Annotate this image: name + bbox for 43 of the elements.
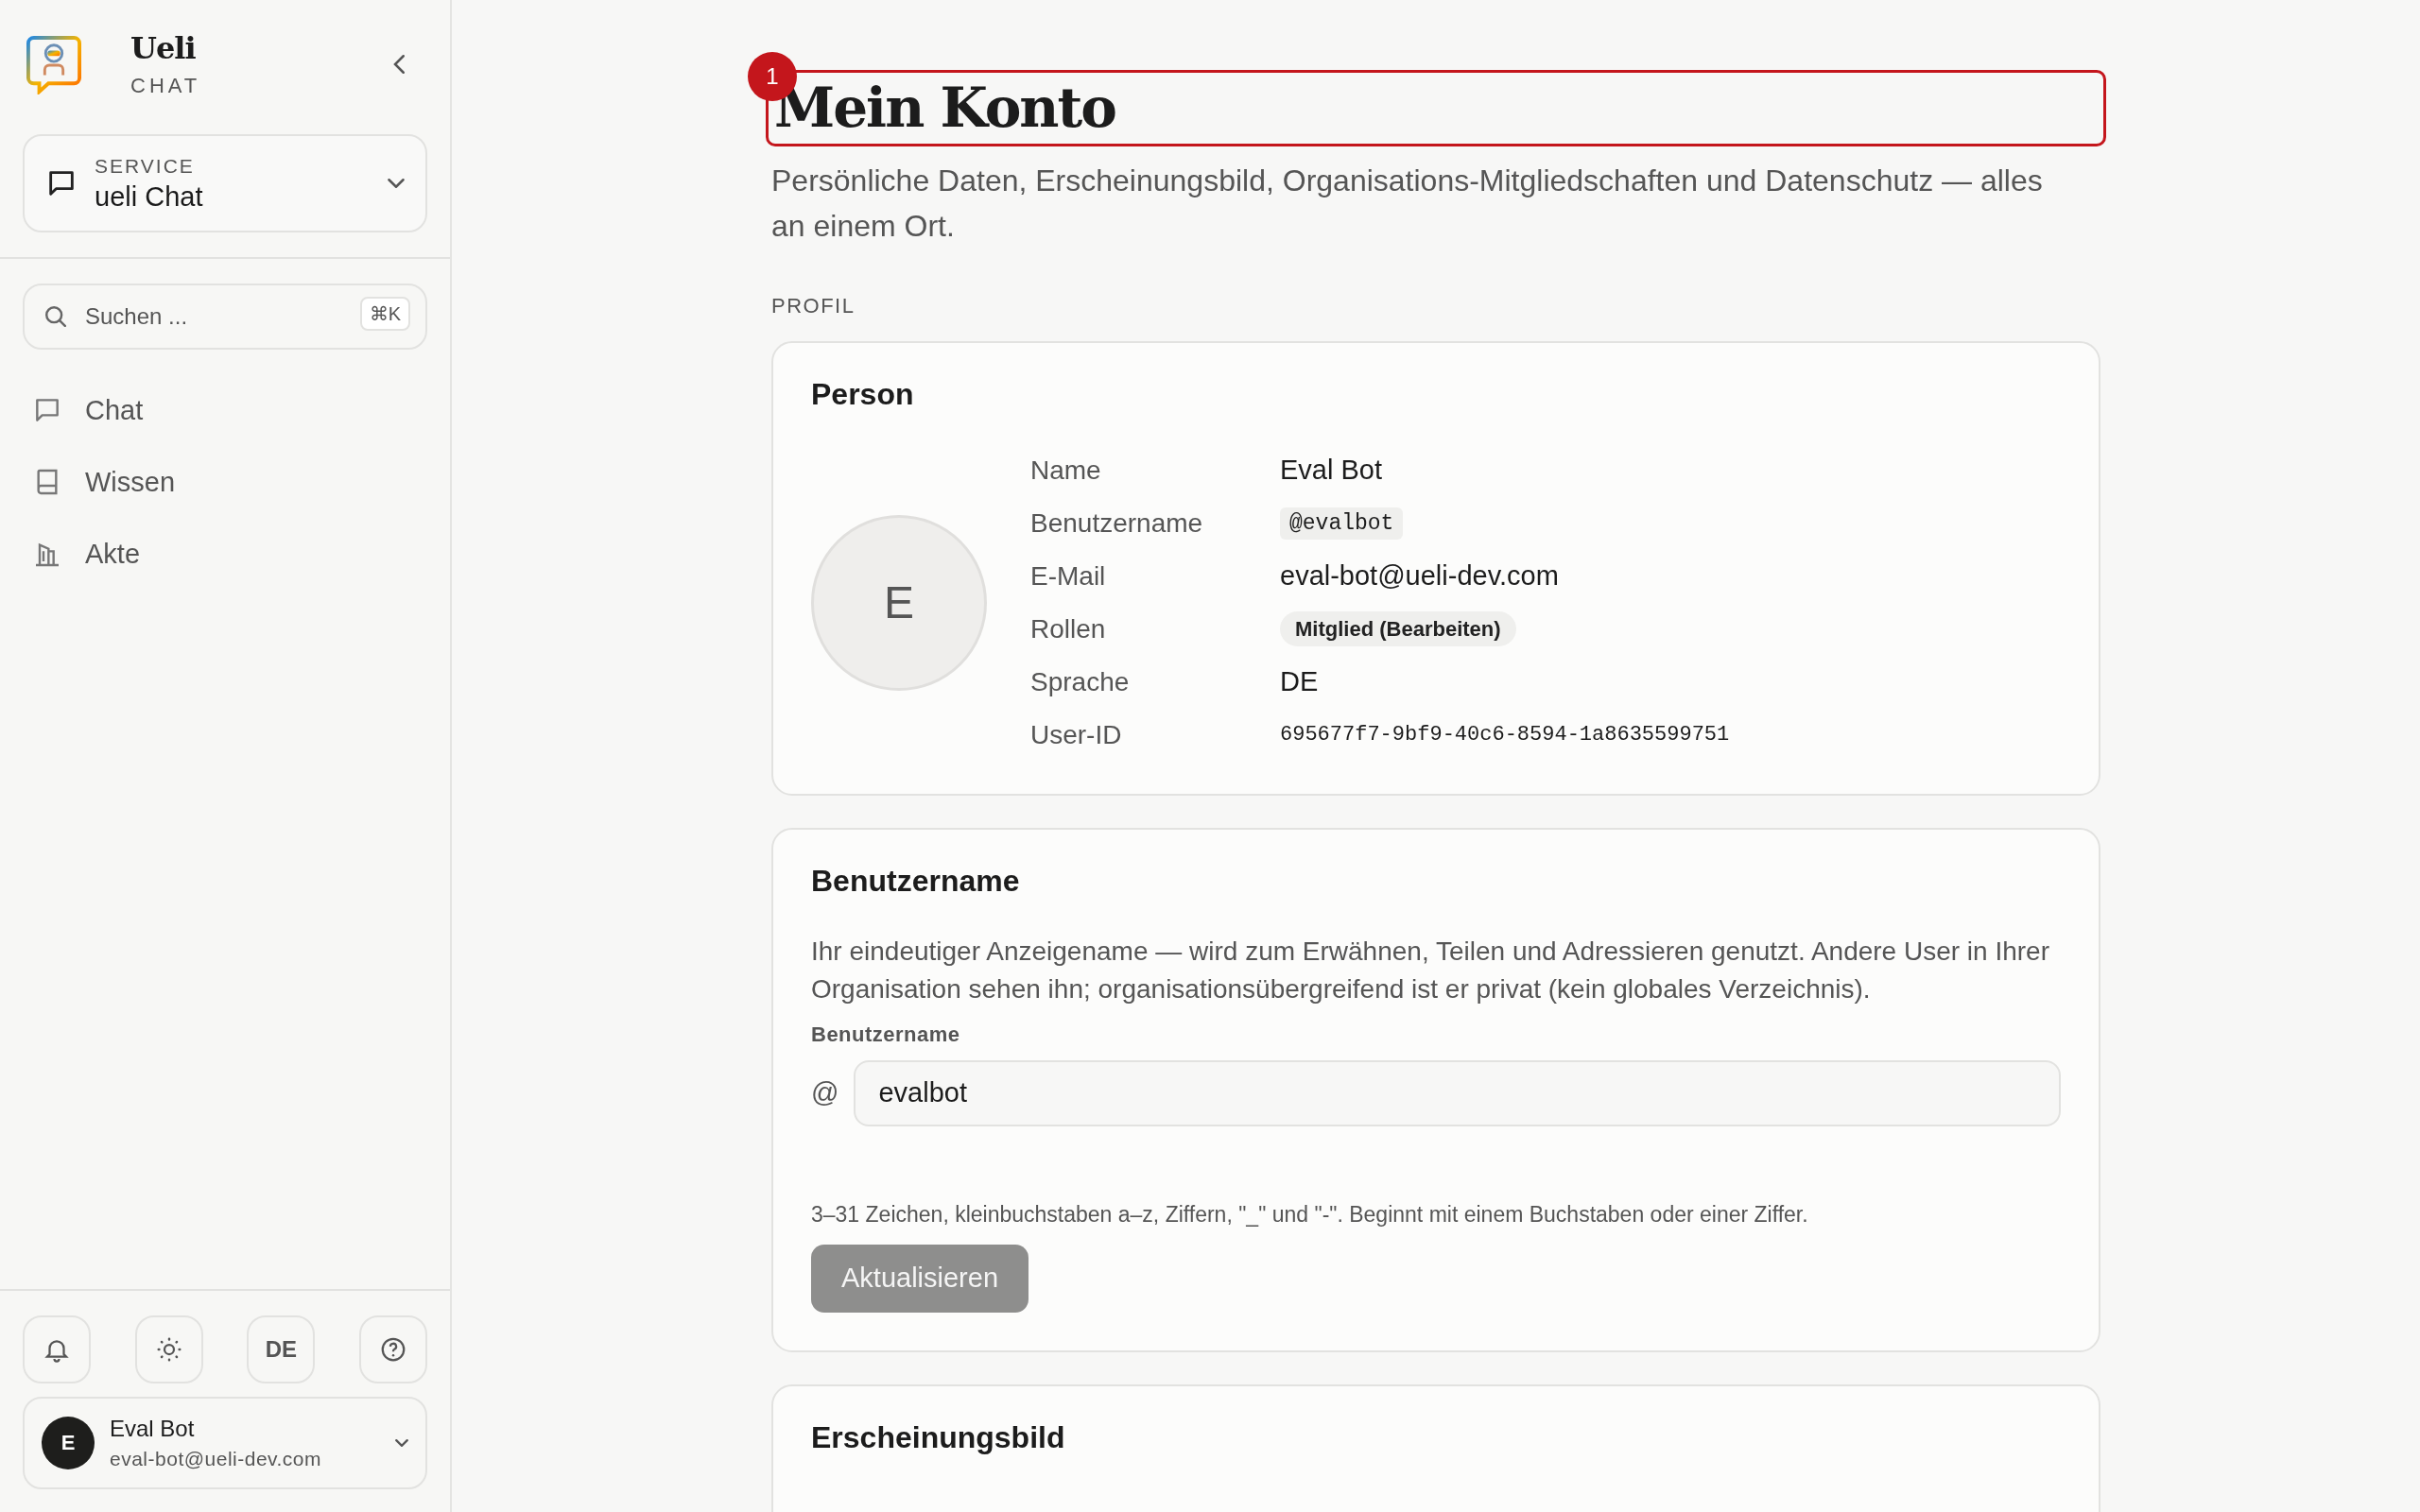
field-label: E-Mail — [1030, 559, 1107, 593]
section-label: PROFIL — [771, 293, 856, 318]
bell-button[interactable] — [23, 1315, 91, 1383]
service-label: SERVICE — [95, 154, 196, 178]
field-label: Benutzername — [811, 1022, 961, 1047]
field-value: Eval Bot — [1280, 455, 1382, 486]
field-label: Name — [1030, 454, 1102, 487]
hint-text: 3–31 Zeichen, kleinbuchstaben a–z, Ziffern, "_" und "-". Beginnt mit einem Buchstaben oder einer Ziffer. — [811, 1201, 1809, 1228]
page-subtitle: Persönliche Daten, Erscheinungsbild, Organisations-Mitgliedschaften und Datenschutz — alles an einem Ort. — [771, 162, 2044, 245]
field-label: Rollen — [1030, 612, 1107, 645]
nav-item[interactable]: Akte — [32, 518, 418, 590]
shortcut-key: ⌘K — [359, 297, 410, 331]
user-email: eval-bot@ueli-dev.com — [110, 1448, 323, 1470]
user-name: Eval Bot — [110, 1416, 196, 1442]
chevron-down-icon — [388, 179, 405, 188]
avatar: E — [811, 514, 987, 691]
at-prefix: @ — [811, 1077, 839, 1109]
brand-name: Ueli — [130, 30, 197, 66]
search-icon — [45, 306, 66, 327]
nav-item[interactable]: Chat — [32, 374, 418, 446]
avatar: E — [42, 1417, 95, 1469]
username-tag: @evalbot — [1280, 507, 1404, 540]
field-value: DE — [1280, 666, 1319, 697]
field-label: Benutzername — [1030, 507, 1204, 540]
card-title: Erscheinungsbild — [811, 1419, 1066, 1455]
service-selector[interactable]: SERVICE ueli Chat — [23, 134, 427, 232]
field-label: User-ID — [1030, 718, 1123, 751]
field-value: 695677f7-9bf9-40c6-8594-1a8635599751 — [1280, 723, 1730, 747]
description: Ihr eindeutiger Anzeigename — wird zum Erwähnen, Teilen und Adressieren genutzt. Andere User in Ihrer Organisation sehen ihn; organisationsübergreifend ist er privat (kein globales Verzeichnis). — [811, 935, 2050, 1006]
role-tag: Mitglied (Bearbeiten) — [1280, 610, 1516, 646]
help-button[interactable] — [358, 1315, 427, 1383]
logo-icon — [26, 34, 81, 94]
user-menu[interactable]: E Eval Bot eval-bot@ueli-dev.com — [23, 1397, 427, 1489]
field-value: eval-bot@ueli-dev.com — [1280, 560, 1559, 592]
chevron-down-icon — [395, 1439, 408, 1447]
language-button[interactable]: DE — [247, 1315, 316, 1383]
card-title: Benutzername — [811, 863, 1021, 899]
nav-item[interactable]: Wissen — [32, 446, 418, 518]
card-title: Person — [811, 376, 915, 412]
service-value: ueli Chat — [95, 180, 204, 213]
brand-subtitle: CHAT — [130, 74, 202, 98]
field-label: Sprache — [1030, 665, 1131, 698]
username-field[interactable]: evalbot — [854, 1059, 2061, 1126]
